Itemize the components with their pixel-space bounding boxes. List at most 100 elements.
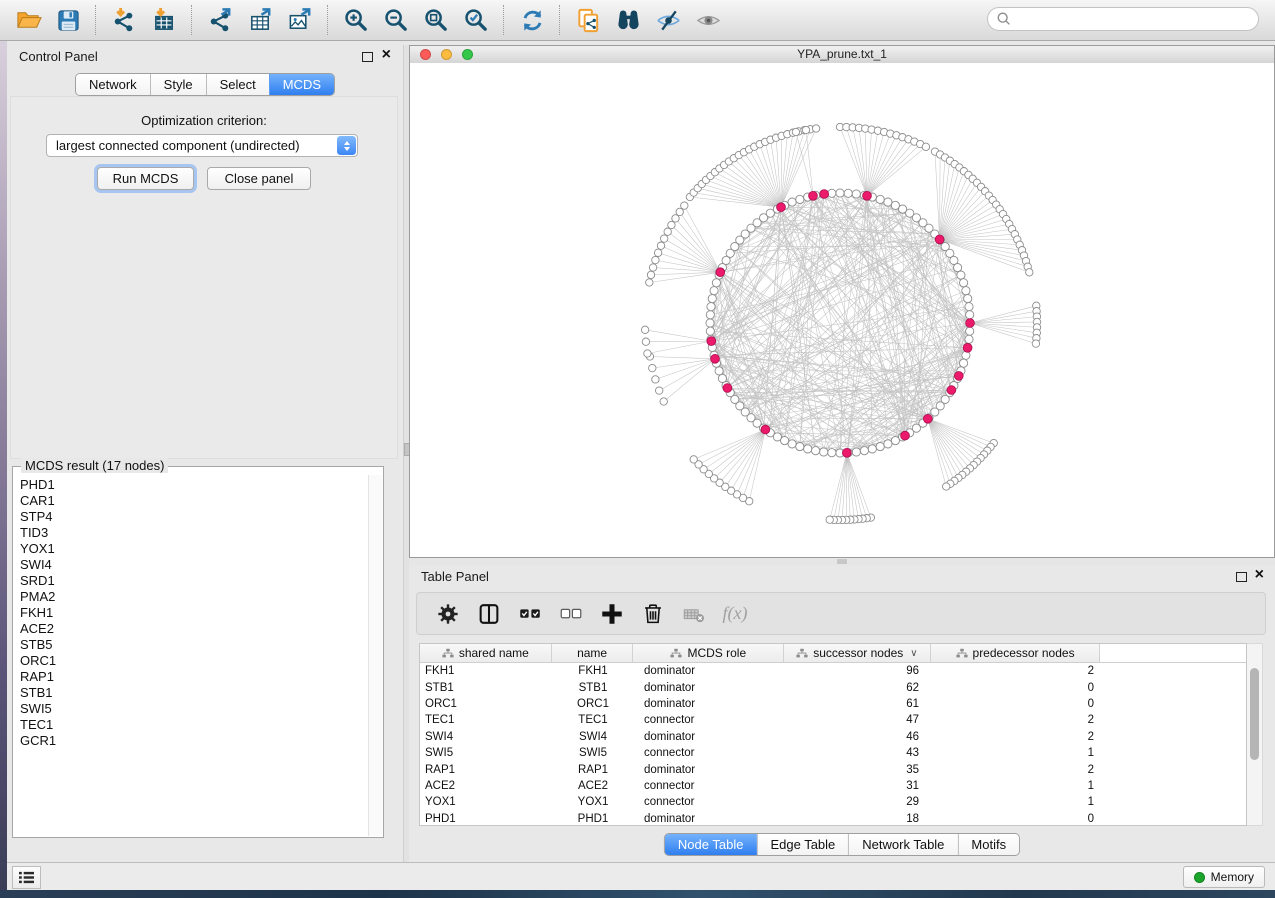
cell: 0 <box>932 682 1102 694</box>
export-image-button[interactable] <box>280 3 320 37</box>
delete-columns-button[interactable] <box>634 597 672 631</box>
tab-style[interactable]: Style <box>150 74 206 95</box>
table-tab-motifs[interactable]: Motifs <box>957 834 1019 855</box>
column-header-predecessor-nodes[interactable]: predecessor nodes <box>931 644 1101 663</box>
table-row-PHD1[interactable]: PHD1PHD1dominator180 <box>420 811 1246 826</box>
search-input[interactable] <box>1012 9 1258 29</box>
horizontal-split-handle[interactable] <box>409 558 1275 565</box>
table-row-FKH1[interactable]: FKH1FKH1dominator962 <box>420 663 1246 679</box>
find-button[interactable] <box>608 3 648 37</box>
save-session-button[interactable] <box>48 3 88 37</box>
hide-selected-button[interactable] <box>648 3 688 37</box>
export-network-button[interactable] <box>200 3 240 37</box>
mcds-result-item[interactable]: CAR1 <box>20 493 365 509</box>
table-row-TEC1[interactable]: TEC1TEC1connector472 <box>420 712 1246 728</box>
import-network-button[interactable] <box>104 3 144 37</box>
mcds-result-item[interactable]: PMA2 <box>20 589 365 605</box>
column-header-shared-name[interactable]: shared name <box>420 644 552 663</box>
cell: ACE2 <box>552 780 634 792</box>
zoom-fit-button[interactable] <box>416 3 456 37</box>
table-header-row: shared namenameMCDS rolesuccessor nodes∨… <box>420 644 1246 663</box>
table-row-SWI4[interactable]: SWI4SWI4dominator462 <box>420 729 1246 745</box>
mcds-result-group: MCDS result (17 nodes) PHD1CAR1STP4TID3Y… <box>12 466 384 838</box>
memory-button[interactable]: Memory <box>1183 866 1265 888</box>
mcds-result-item[interactable]: FKH1 <box>20 605 365 621</box>
column-header-name[interactable]: name <box>552 644 634 663</box>
mcds-result-item[interactable]: TID3 <box>20 525 365 541</box>
mcds-result-title: MCDS result (17 nodes) <box>21 458 168 473</box>
close-panel-icon[interactable]: × <box>382 46 391 64</box>
table-tab-edge-table[interactable]: Edge Table <box>756 834 848 855</box>
table-scrollbar[interactable] <box>1247 643 1263 826</box>
check-pair-icon <box>517 601 543 627</box>
mcds-result-item[interactable]: SRD1 <box>20 573 365 589</box>
cell: ACE2 <box>420 780 552 792</box>
toolbar-separator <box>191 5 193 35</box>
table-row-ORC1[interactable]: ORC1ORC1dominator610 <box>420 696 1246 712</box>
table-scrollbar-thumb[interactable] <box>1250 668 1259 760</box>
window-minimize-traffic-light[interactable] <box>441 49 452 60</box>
mcds-result-item[interactable]: SWI4 <box>20 557 365 573</box>
zoom-out-button[interactable] <box>376 3 416 37</box>
show-column-panel-button[interactable] <box>470 597 508 631</box>
mcds-result-item[interactable]: GCR1 <box>20 733 365 749</box>
close-panel-button[interactable]: Close panel <box>207 167 311 190</box>
show-panels-button[interactable] <box>12 866 41 889</box>
mcds-result-item[interactable]: TEC1 <box>20 717 365 733</box>
network-canvas[interactable] <box>410 63 1274 557</box>
network-graph[interactable] <box>410 63 1274 557</box>
show-all-button[interactable] <box>688 3 728 37</box>
close-table-panel-icon[interactable]: × <box>1255 566 1264 584</box>
memory-label: Memory <box>1211 870 1254 884</box>
zoom-in-button[interactable] <box>336 3 376 37</box>
create-new-column-button[interactable] <box>593 597 631 631</box>
cell: 35 <box>785 764 932 776</box>
mcds-result-item[interactable]: PHD1 <box>20 477 365 493</box>
mcds-result-item[interactable]: RAP1 <box>20 669 365 685</box>
cell: 46 <box>785 731 932 743</box>
attribute-type-icon <box>442 648 454 659</box>
window-maximize-traffic-light[interactable] <box>462 49 473 60</box>
float-table-panel-icon[interactable] <box>1236 572 1247 582</box>
refresh-layout-button[interactable] <box>512 3 552 37</box>
select-all-columns-button[interactable] <box>511 597 549 631</box>
column-header-MCDS-role[interactable]: MCDS role <box>633 644 784 663</box>
table-row-ACE2[interactable]: ACE2ACE2connector311 <box>420 778 1246 794</box>
cell: dominator <box>634 813 785 825</box>
mcds-result-item[interactable]: ACE2 <box>20 621 365 637</box>
table-row-STB1[interactable]: STB1STB1dominator620 <box>420 679 1246 695</box>
tab-select[interactable]: Select <box>206 74 269 95</box>
mcds-result-item[interactable]: YOX1 <box>20 541 365 557</box>
copy-network-button[interactable] <box>568 3 608 37</box>
table-settings-button[interactable] <box>429 597 467 631</box>
window-close-traffic-light[interactable] <box>420 49 431 60</box>
cell: RAP1 <box>552 764 634 776</box>
import-table-button[interactable] <box>144 3 184 37</box>
tab-mcds[interactable]: MCDS <box>269 74 334 95</box>
search-box[interactable] <box>987 7 1259 31</box>
criterion-select[interactable]: largest connected component (undirected) <box>46 134 358 157</box>
mcds-result-item[interactable]: STB1 <box>20 685 365 701</box>
table-tab-node-table[interactable]: Node Table <box>665 834 757 855</box>
table-row-SWI5[interactable]: SWI5SWI5connector431 <box>420 745 1246 761</box>
unselect-all-columns-button[interactable] <box>552 597 590 631</box>
mcds-result-item[interactable]: SWI5 <box>20 701 365 717</box>
export-table-button[interactable] <box>240 3 280 37</box>
open-file-button[interactable] <box>8 3 48 37</box>
mcds-list-scrollbar[interactable] <box>368 475 382 836</box>
mcds-result-item[interactable]: STB5 <box>20 637 365 653</box>
float-panel-icon[interactable] <box>362 52 373 62</box>
tab-network[interactable]: Network <box>76 74 150 95</box>
zoom-selected-button[interactable] <box>456 3 496 37</box>
table-tab-network-table[interactable]: Network Table <box>848 834 957 855</box>
control-panel-tabs: NetworkStyleSelectMCDS <box>75 73 335 96</box>
run-mcds-button[interactable]: Run MCDS <box>97 167 194 190</box>
mcds-result-item[interactable]: STP4 <box>20 509 365 525</box>
table-row-YOX1[interactable]: YOX1YOX1connector291 <box>420 794 1246 810</box>
mcds-result-item[interactable]: ORC1 <box>20 653 365 669</box>
cell: dominator <box>634 764 785 776</box>
cell: ORC1 <box>552 698 634 710</box>
table-row-RAP1[interactable]: RAP1RAP1dominator352 <box>420 761 1246 777</box>
column-header-successor-nodes[interactable]: successor nodes∨ <box>784 644 931 663</box>
cell: 2 <box>932 665 1102 677</box>
